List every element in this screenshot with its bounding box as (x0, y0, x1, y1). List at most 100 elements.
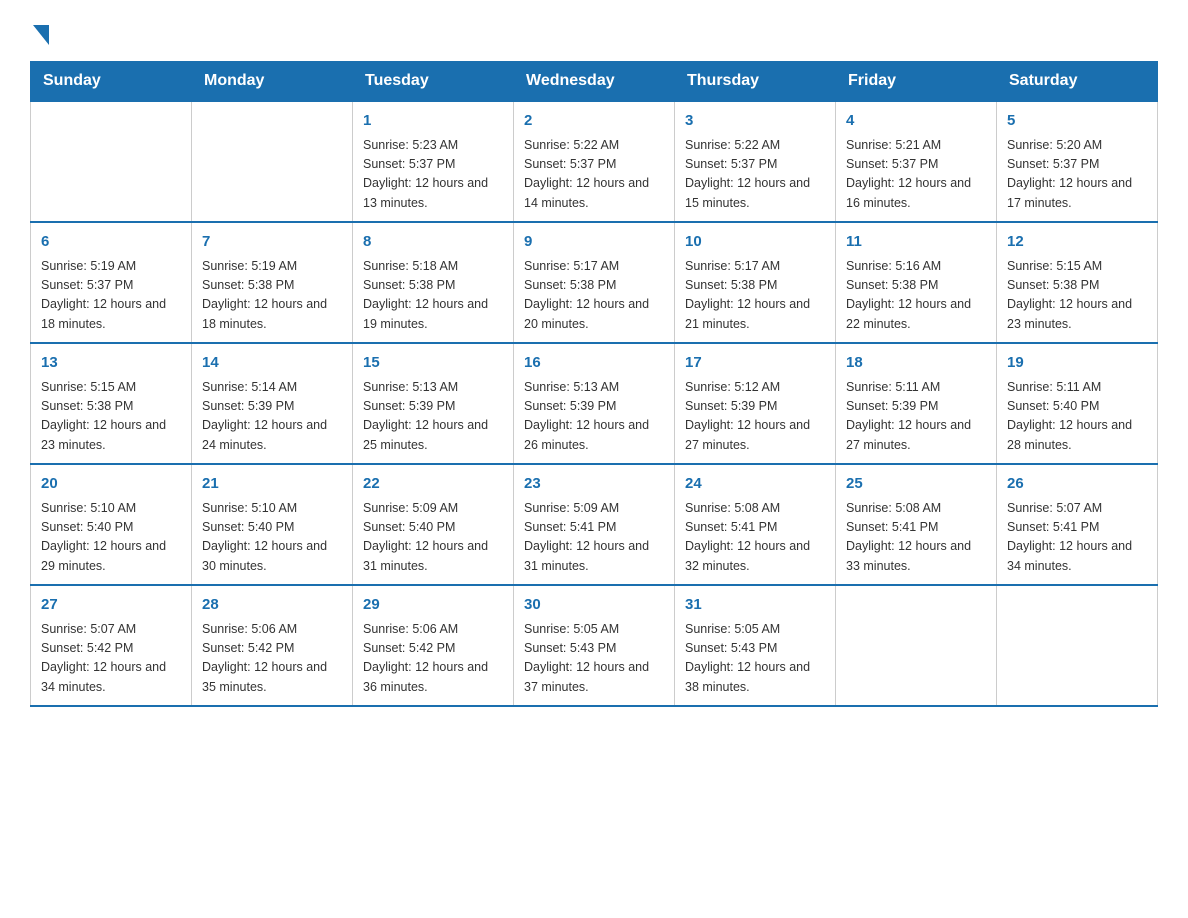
calendar-cell: 9Sunrise: 5:17 AMSunset: 5:38 PMDaylight… (514, 222, 675, 343)
day-number: 17 (685, 352, 825, 375)
calendar-cell: 24 Sunrise: 5:08 AMSunset: 5:41 PMDayligh… (675, 464, 836, 585)
day-info: Sunrise: 5:07 AMSunset: 5:42 PMDaylight:… (41, 620, 181, 698)
calendar-cell: 19 Sunrise: 5:11 AMSunset: 5:40 PMDayligh… (997, 343, 1158, 464)
calendar-cell: 15 Sunrise: 5:13 AMSunset: 5:39 PMDayligh… (353, 343, 514, 464)
page-header (30, 20, 1158, 41)
day-info: Sunrise: 5:13 AMSunset: 5:39 PMDaylight:… (363, 378, 503, 456)
day-number: 2 (524, 110, 664, 133)
calendar-week-row: 1 Sunrise: 5:23 AMSunset: 5:37 PMDaylight… (31, 101, 1158, 222)
calendar-cell: 25 Sunrise: 5:08 AMSunset: 5:41 PMDayligh… (836, 464, 997, 585)
day-info: Sunrise: 5:15 AMSunset: 5:38 PMDaylight:… (1007, 257, 1147, 335)
day-number: 21 (202, 473, 342, 496)
calendar-cell: 10Sunrise: 5:17 AMSunset: 5:38 PMDayligh… (675, 222, 836, 343)
calendar-cell: 2 Sunrise: 5:22 AMSunset: 5:37 PMDaylight… (514, 101, 675, 222)
day-number: 15 (363, 352, 503, 375)
calendar-table: SundayMondayTuesdayWednesdayThursdayFrid… (30, 61, 1158, 707)
header-thursday: Thursday (675, 62, 836, 102)
calendar-cell: 26Sunrise: 5:07 AMSunset: 5:41 PMDayligh… (997, 464, 1158, 585)
day-number: 1 (363, 110, 503, 133)
day-number: 5 (1007, 110, 1147, 133)
day-info: Sunrise: 5:06 AMSunset: 5:42 PMDaylight:… (202, 620, 342, 698)
header-wednesday: Wednesday (514, 62, 675, 102)
calendar-cell: 21 Sunrise: 5:10 AMSunset: 5:40 PMDayligh… (192, 464, 353, 585)
day-number: 20 (41, 473, 181, 496)
day-info: Sunrise: 5:13 AMSunset: 5:39 PMDaylight:… (524, 378, 664, 456)
calendar-cell: 11Sunrise: 5:16 AMSunset: 5:38 PMDayligh… (836, 222, 997, 343)
calendar-week-row: 27 Sunrise: 5:07 AMSunset: 5:42 PMDayligh… (31, 585, 1158, 706)
logo-arrow-icon (33, 25, 49, 45)
calendar-cell: 14 Sunrise: 5:14 AMSunset: 5:39 PMDayligh… (192, 343, 353, 464)
day-number: 9 (524, 231, 664, 254)
day-number: 7 (202, 231, 342, 254)
calendar-cell (31, 101, 192, 222)
calendar-cell: 29 Sunrise: 5:06 AMSunset: 5:42 PMDayligh… (353, 585, 514, 706)
calendar-week-row: 20 Sunrise: 5:10 AMSunset: 5:40 PMDayligh… (31, 464, 1158, 585)
day-number: 27 (41, 594, 181, 617)
calendar-cell: 28Sunrise: 5:06 AMSunset: 5:42 PMDayligh… (192, 585, 353, 706)
day-number: 29 (363, 594, 503, 617)
day-number: 12 (1007, 231, 1147, 254)
day-info: Sunrise: 5:20 AMSunset: 5:37 PMDaylight:… (1007, 136, 1147, 214)
calendar-cell (192, 101, 353, 222)
calendar-cell: 7Sunrise: 5:19 AMSunset: 5:38 PMDaylight… (192, 222, 353, 343)
day-info: Sunrise: 5:11 AMSunset: 5:40 PMDaylight:… (1007, 378, 1147, 456)
day-info: Sunrise: 5:22 AMSunset: 5:37 PMDaylight:… (524, 136, 664, 214)
calendar-cell: 23Sunrise: 5:09 AMSunset: 5:41 PMDayligh… (514, 464, 675, 585)
day-info: Sunrise: 5:08 AMSunset: 5:41 PMDaylight:… (846, 499, 986, 577)
day-number: 16 (524, 352, 664, 375)
day-number: 4 (846, 110, 986, 133)
day-info: Sunrise: 5:12 AMSunset: 5:39 PMDaylight:… (685, 378, 825, 456)
calendar-cell (836, 585, 997, 706)
day-number: 23 (524, 473, 664, 496)
day-number: 13 (41, 352, 181, 375)
day-number: 6 (41, 231, 181, 254)
calendar-cell: 22 Sunrise: 5:09 AMSunset: 5:40 PMDayligh… (353, 464, 514, 585)
calendar-cell: 13Sunrise: 5:15 AMSunset: 5:38 PMDayligh… (31, 343, 192, 464)
day-number: 24 (685, 473, 825, 496)
day-info: Sunrise: 5:14 AMSunset: 5:39 PMDaylight:… (202, 378, 342, 456)
day-number: 8 (363, 231, 503, 254)
day-info: Sunrise: 5:05 AMSunset: 5:43 PMDaylight:… (685, 620, 825, 698)
day-number: 10 (685, 231, 825, 254)
calendar-cell: 8 Sunrise: 5:18 AMSunset: 5:38 PMDaylight… (353, 222, 514, 343)
day-info: Sunrise: 5:10 AMSunset: 5:40 PMDaylight:… (202, 499, 342, 577)
day-info: Sunrise: 5:06 AMSunset: 5:42 PMDaylight:… (363, 620, 503, 698)
day-number: 3 (685, 110, 825, 133)
day-number: 30 (524, 594, 664, 617)
day-info: Sunrise: 5:05 AMSunset: 5:43 PMDaylight:… (524, 620, 664, 698)
calendar-header-row: SundayMondayTuesdayWednesdayThursdayFrid… (31, 62, 1158, 102)
calendar-cell: 3 Sunrise: 5:22 AMSunset: 5:37 PMDaylight… (675, 101, 836, 222)
calendar-cell: 5 Sunrise: 5:20 AMSunset: 5:37 PMDaylight… (997, 101, 1158, 222)
day-info: Sunrise: 5:22 AMSunset: 5:37 PMDaylight:… (685, 136, 825, 214)
logo (30, 20, 49, 41)
calendar-cell: 12 Sunrise: 5:15 AMSunset: 5:38 PMDayligh… (997, 222, 1158, 343)
header-sunday: Sunday (31, 62, 192, 102)
calendar-week-row: 6 Sunrise: 5:19 AMSunset: 5:37 PMDaylight… (31, 222, 1158, 343)
day-info: Sunrise: 5:16 AMSunset: 5:38 PMDaylight:… (846, 257, 986, 335)
calendar-week-row: 13Sunrise: 5:15 AMSunset: 5:38 PMDayligh… (31, 343, 1158, 464)
header-tuesday: Tuesday (353, 62, 514, 102)
day-info: Sunrise: 5:23 AMSunset: 5:37 PMDaylight:… (363, 136, 503, 214)
calendar-cell: 18 Sunrise: 5:11 AMSunset: 5:39 PMDayligh… (836, 343, 997, 464)
day-info: Sunrise: 5:08 AMSunset: 5:41 PMDaylight:… (685, 499, 825, 577)
calendar-cell: 6 Sunrise: 5:19 AMSunset: 5:37 PMDaylight… (31, 222, 192, 343)
calendar-cell: 17 Sunrise: 5:12 AMSunset: 5:39 PMDayligh… (675, 343, 836, 464)
day-number: 25 (846, 473, 986, 496)
calendar-cell: 4Sunrise: 5:21 AMSunset: 5:37 PMDaylight… (836, 101, 997, 222)
day-info: Sunrise: 5:07 AMSunset: 5:41 PMDaylight:… (1007, 499, 1147, 577)
day-info: Sunrise: 5:10 AMSunset: 5:40 PMDaylight:… (41, 499, 181, 577)
calendar-cell (997, 585, 1158, 706)
day-number: 31 (685, 594, 825, 617)
calendar-cell: 20 Sunrise: 5:10 AMSunset: 5:40 PMDayligh… (31, 464, 192, 585)
day-number: 14 (202, 352, 342, 375)
day-number: 19 (1007, 352, 1147, 375)
calendar-cell: 16 Sunrise: 5:13 AMSunset: 5:39 PMDayligh… (514, 343, 675, 464)
day-number: 22 (363, 473, 503, 496)
day-info: Sunrise: 5:18 AMSunset: 5:38 PMDaylight:… (363, 257, 503, 335)
calendar-cell: 1 Sunrise: 5:23 AMSunset: 5:37 PMDaylight… (353, 101, 514, 222)
day-info: Sunrise: 5:09 AMSunset: 5:40 PMDaylight:… (363, 499, 503, 577)
day-number: 18 (846, 352, 986, 375)
day-info: Sunrise: 5:11 AMSunset: 5:39 PMDaylight:… (846, 378, 986, 456)
header-saturday: Saturday (997, 62, 1158, 102)
day-info: Sunrise: 5:19 AMSunset: 5:37 PMDaylight:… (41, 257, 181, 335)
